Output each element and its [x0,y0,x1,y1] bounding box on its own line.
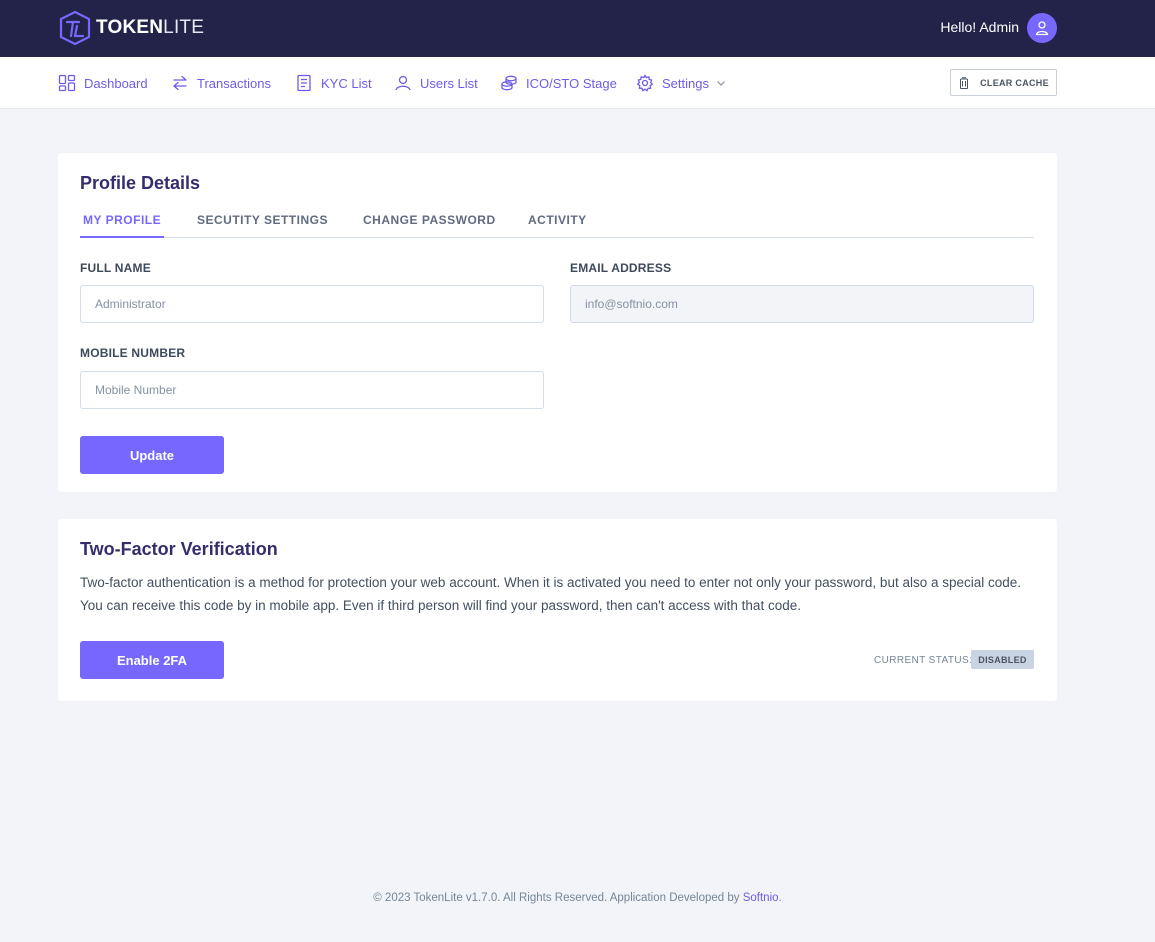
email-input[interactable] [570,285,1034,323]
users-icon [395,75,411,91]
nav-ico-sto-stage[interactable]: ICO/STO Stage [500,73,617,93]
two-factor-card: Two-Factor Verification Two-factor authe… [58,519,1057,701]
mobile-number-input[interactable] [80,371,544,409]
two-factor-title: Two-Factor Verification [80,539,278,559]
current-status-label: CURRENT STATUS: [874,655,973,666]
nav-label: ICO/STO Stage [526,75,617,91]
nav-label: Dashboard [84,75,148,91]
footer-softnio-link[interactable]: Softnio [743,892,779,904]
enable-2fa-button[interactable]: Enable 2FA [80,641,224,679]
profile-tabs: MY PROFILE SECUTITY SETTINGS CHANGE PASS… [80,211,1034,238]
nav-transactions[interactable]: Transactions [171,73,271,93]
chevron-down-icon [717,81,725,86]
document-list-icon [297,74,311,92]
main-nav: Dashboard Transactions KYC List Users Li… [0,57,1155,109]
user-icon [1035,21,1049,36]
dashboard-icon [58,74,76,92]
nav-dashboard[interactable]: Dashboard [58,73,148,93]
top-bar: TOKENLITE Hello! Admin [0,0,1155,57]
nav-label: KYC List [321,75,372,91]
logo-text-light: LITE [163,17,205,38]
logo[interactable]: TOKENLITE [58,10,204,46]
clear-cache-label: CLEAR CACHE [980,77,1049,88]
nav-settings[interactable]: Settings [636,73,727,93]
status-badge: DISABLED [971,650,1034,669]
tab-activity[interactable]: ACTIVITY [528,213,587,238]
two-factor-description: Two-factor authentication is a method fo… [80,575,1022,613]
nav-label: Users List [420,75,478,91]
tab-my-profile[interactable]: MY PROFILE [80,213,165,238]
mobile-number-label: MOBILE NUMBER [80,346,186,360]
full-name-label: FULL NAME [80,261,151,275]
email-label: EMAIL ADDRESS [570,261,672,275]
nav-kyc-list[interactable]: KYC List [295,73,372,93]
profile-details-title: Profile Details [80,173,201,193]
gear-icon [636,74,654,92]
update-button[interactable]: Update [80,436,224,474]
coins-icon [501,75,517,91]
trash-icon [960,76,969,89]
clear-cache-button[interactable]: CLEAR CACHE [950,69,1057,96]
footer: © 2023 TokenLite v1.7.0. All Rights Rese… [0,892,1155,904]
nav-label: Transactions [197,75,271,91]
logo-text-bold: TOKEN [96,17,164,38]
footer-copyright: © 2023 TokenLite v1.7.0. All Rights Rese… [373,892,740,904]
user-greeting: Hello! Admin [940,19,1019,35]
tokenlite-logo-icon [59,10,91,46]
tab-change-password[interactable]: CHANGE PASSWORD [363,213,496,238]
footer-period: . [778,892,782,904]
transfer-icon [173,75,187,91]
full-name-input[interactable] [80,285,544,323]
profile-details-card: Profile Details MY PROFILE SECUTITY SETT… [58,153,1057,492]
tab-security-settings[interactable]: SECUTITY SETTINGS [197,213,328,238]
user-avatar-button[interactable] [1027,13,1057,43]
nav-users-list[interactable]: Users List [394,73,478,93]
nav-label: Settings [662,75,709,91]
